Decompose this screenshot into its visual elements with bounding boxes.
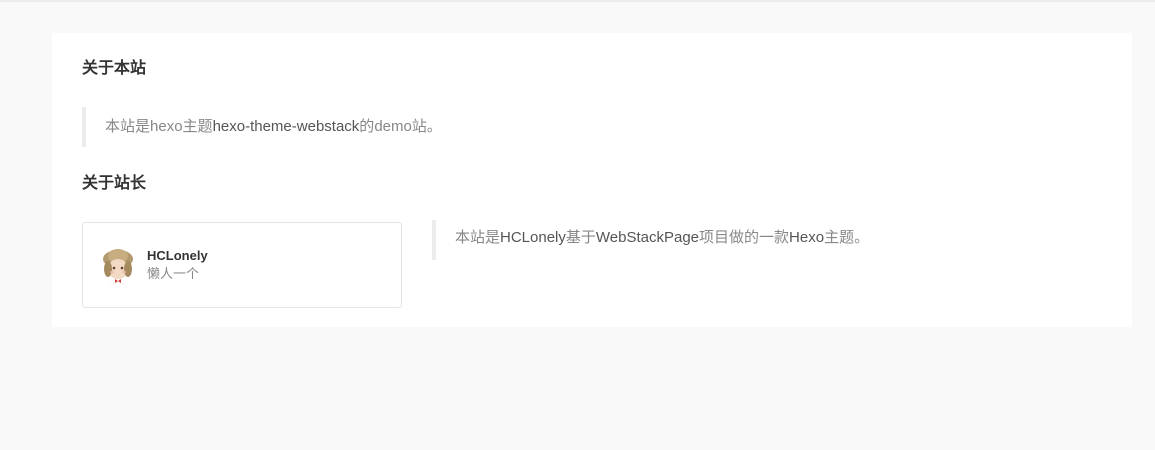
about-owner-project-name: WebStackPage xyxy=(595,229,700,246)
about-owner-quote: 本站是HCLonely基于WebStackPage项目做的一款Hexo主题。 xyxy=(432,220,869,260)
about-site-text-3: 主题 xyxy=(182,118,213,135)
about-site-title: 关于本站 xyxy=(82,60,147,77)
about-site-text-7: 站。 xyxy=(411,118,442,135)
about-panel: 关于本站 本站是hexo主题hexo-theme-webstack的demo站。… xyxy=(52,33,1132,327)
about-owner-hexo-name: Hexo xyxy=(789,229,825,246)
about-site-text-6: demo xyxy=(374,118,412,135)
author-card: HCLonely 懒人一个 xyxy=(82,222,402,308)
about-owner-title: 关于站长 xyxy=(82,175,147,192)
top-divider xyxy=(0,0,1155,2)
avatar-illustration xyxy=(97,245,139,287)
about-site-text-5: 的 xyxy=(359,118,375,135)
about-site-text-2: hexo xyxy=(150,118,183,135)
author-name: HCLonely xyxy=(147,248,208,263)
about-owner-text-1: 本站是 xyxy=(455,229,501,246)
about-owner-text-3: 基于 xyxy=(565,229,596,246)
about-owner-text-5: 项目做的一款 xyxy=(699,229,790,246)
author-description: 懒人一个 xyxy=(147,266,200,281)
avatar-image xyxy=(97,245,139,287)
about-owner-text: 本站是HCLonely基于WebStackPage项目做的一款Hexo主题。 xyxy=(455,228,869,248)
about-owner-text-7: 主题。 xyxy=(824,229,870,246)
about-site-text: 本站是hexo主题hexo-theme-webstack的demo站。 xyxy=(105,117,442,137)
about-site-text-1: 本站是 xyxy=(105,118,151,135)
about-site-quote: 本站是hexo主题hexo-theme-webstack的demo站。 xyxy=(82,107,442,147)
about-owner-author-name: HCLonely xyxy=(500,229,566,246)
about-site-theme-name: hexo-theme-webstack xyxy=(212,118,360,135)
